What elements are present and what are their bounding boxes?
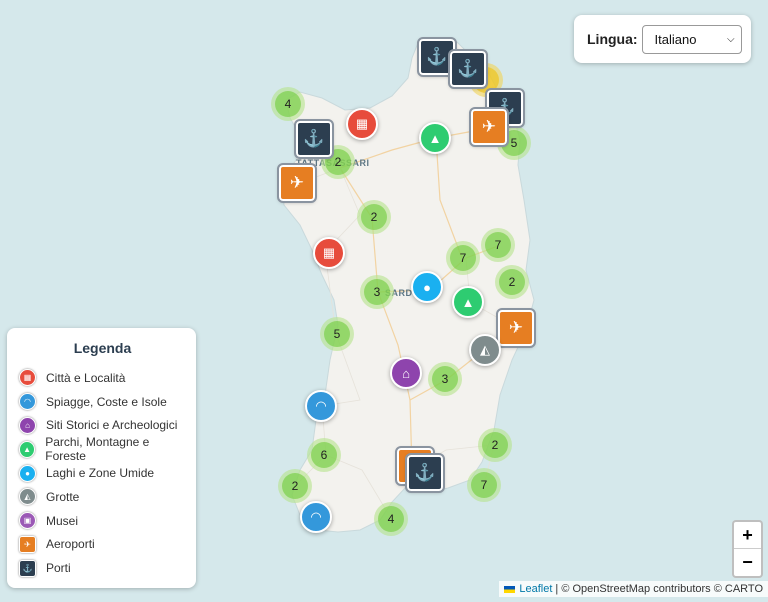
cluster-count: 7: [450, 245, 476, 271]
legend-label: Città e Località: [46, 370, 126, 385]
cluster-count: 3: [364, 279, 390, 305]
legend-item: ▣ Musei: [19, 509, 186, 533]
plane-icon: ✈: [19, 535, 36, 553]
marker-cluster[interactable]: 4: [271, 87, 305, 121]
plane-icon[interactable]: ✈: [469, 107, 509, 147]
cluster-count: 5: [324, 321, 350, 347]
marker-cluster[interactable]: 2: [478, 428, 512, 462]
tree-icon[interactable]: ▲: [419, 122, 451, 154]
legend-item: ◭ Grotte: [19, 485, 186, 509]
marker-cluster[interactable]: 4: [374, 502, 408, 536]
temple-icon[interactable]: ⌂: [390, 357, 422, 389]
legend-label: Porti: [46, 561, 71, 576]
tree-icon: ▲: [19, 440, 36, 458]
marker-cluster[interactable]: 7: [467, 468, 501, 502]
marker-cluster[interactable]: 2: [357, 200, 391, 234]
anchor-icon[interactable]: ⚓: [448, 49, 488, 89]
museum-icon: ▣: [19, 512, 36, 530]
zoom-control: + −: [732, 520, 763, 578]
city-icon: ▦: [19, 369, 36, 387]
language-select[interactable]: Italiano ⌵: [641, 24, 742, 54]
marker-cluster[interactable]: 3: [360, 275, 394, 309]
city-icon[interactable]: ▦: [313, 237, 345, 269]
cluster-count: 4: [275, 91, 301, 117]
droplet-icon: ●: [19, 464, 36, 482]
legend-item: ⚓ Porti: [19, 556, 186, 580]
legend-label: Musei: [46, 513, 79, 528]
marker-cluster[interactable]: 5: [320, 317, 354, 351]
anchor-icon: ⚓: [19, 559, 36, 577]
cluster-count: 2: [361, 204, 387, 230]
legend-label: Grotte: [46, 489, 80, 504]
legend-label: Aeroporti: [46, 537, 95, 552]
city-icon[interactable]: ▦: [346, 108, 378, 140]
ukraine-flag-icon: [504, 585, 516, 593]
cluster-count: 2: [282, 473, 308, 499]
anchor-icon[interactable]: ⚓: [405, 453, 445, 493]
zoom-out-button[interactable]: −: [734, 549, 761, 576]
cluster-count: 6: [311, 442, 337, 468]
map-attribution: Leaflet | © OpenStreetMap contributors ©…: [499, 581, 768, 597]
cluster-count: 2: [499, 269, 525, 295]
cave-icon: ◭: [19, 488, 36, 506]
cluster-count: 4: [378, 506, 404, 532]
marker-cluster[interactable]: 2: [278, 469, 312, 503]
legend-label: Parchi, Montagne e Foreste: [45, 435, 150, 464]
zoom-in-button[interactable]: +: [734, 522, 761, 549]
language-label: Lingua:: [587, 31, 638, 47]
leaflet-link[interactable]: Leaflet: [519, 583, 552, 595]
temple-icon: ⌂: [19, 416, 36, 434]
marker-cluster[interactable]: 2: [495, 265, 529, 299]
legend-item: ● Laghi e Zone Umide: [19, 461, 186, 485]
legend-item: ✈ Aeroporti: [19, 533, 186, 557]
legend-item: ◠ Spiagge, Coste e Isole: [19, 390, 186, 414]
legend-title: Legenda: [73, 340, 132, 356]
legend-label: Spiagge, Coste e Isole: [46, 394, 167, 409]
tree-icon[interactable]: ▲: [452, 286, 484, 318]
plane-icon[interactable]: ✈: [277, 163, 317, 203]
marker-cluster[interactable]: 6: [307, 438, 341, 472]
beach-icon: ◠: [19, 393, 36, 411]
language-control: Lingua: Italiano ⌵: [574, 15, 751, 63]
anchor-icon[interactable]: ⚓: [294, 119, 334, 159]
cave-icon[interactable]: ◭: [469, 334, 501, 366]
legend-panel: Legenda ▦ Città e Località ◠ Spiagge, Co…: [7, 328, 196, 588]
beach-icon[interactable]: ◠: [305, 390, 337, 422]
droplet-icon[interactable]: ●: [411, 271, 443, 303]
cluster-count: 7: [471, 472, 497, 498]
legend-item: ⌂ Siti Storici e Archeologici: [19, 414, 186, 438]
cluster-count: 2: [482, 432, 508, 458]
cluster-count: 3: [432, 366, 458, 392]
legend-label: Laghi e Zone Umide: [46, 466, 155, 481]
cluster-count: 7: [485, 232, 511, 258]
attribution-text: | © OpenStreetMap contributors © CARTO: [555, 583, 763, 595]
chevron-down-icon: ⌵: [726, 33, 735, 45]
legend-item: ▲ Parchi, Montagne e Foreste: [19, 435, 186, 464]
marker-cluster[interactable]: 3: [428, 362, 462, 396]
beach-icon[interactable]: ◠: [300, 501, 332, 533]
marker-cluster[interactable]: 7: [446, 241, 480, 275]
plane-icon[interactable]: ✈: [496, 308, 536, 348]
language-selected-value: Italiano: [654, 31, 697, 47]
marker-cluster[interactable]: 7: [481, 228, 515, 262]
legend-label: Siti Storici e Archeologici: [46, 418, 178, 433]
legend-item: ▦ Città e Località: [19, 366, 186, 390]
